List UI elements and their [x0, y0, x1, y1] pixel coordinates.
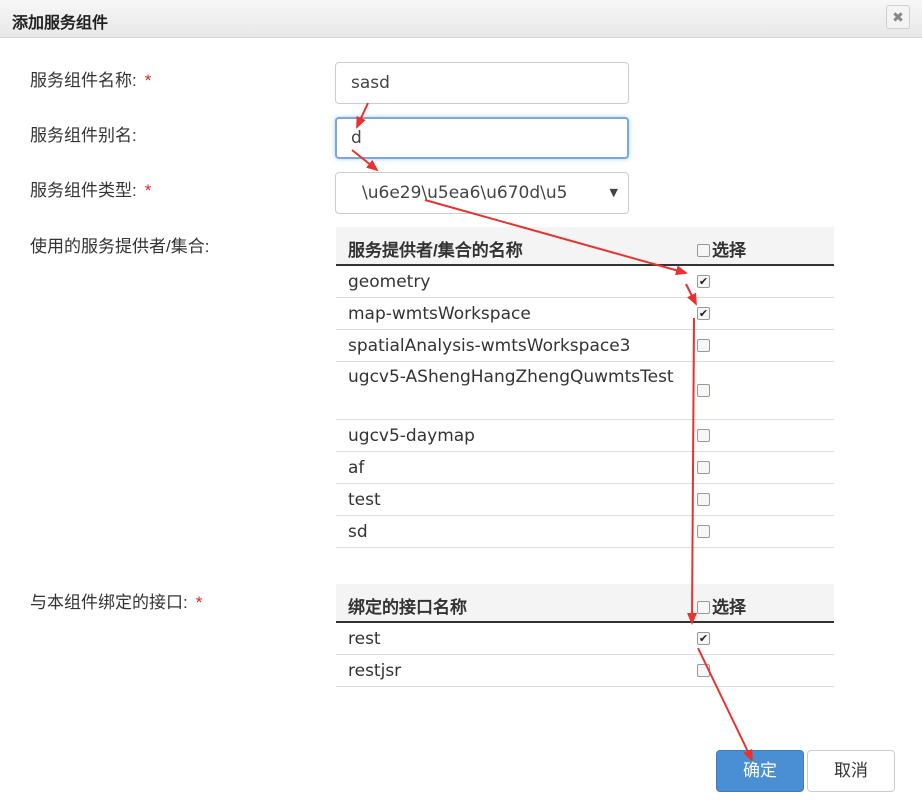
row-checkbox[interactable]: ✔: [697, 632, 710, 645]
row-name: geometry: [348, 272, 431, 292]
row-checkbox[interactable]: [697, 493, 710, 506]
type-select-value: \u6e29\u5ea6\u670d\u5: [362, 183, 568, 203]
interfaces-table: 绑定的接口名称 选择 rest ✔ restjsr: [336, 584, 834, 687]
table-row: spatialAnalysis-wmtsWorkspace3: [336, 330, 834, 362]
name-input[interactable]: sasd: [335, 62, 629, 104]
interfaces-label-text: 与本组件绑定的接口:: [30, 593, 188, 612]
dialog-titlebar: 添加服务组件 ✖: [0, 0, 922, 38]
providers-table-body: geometry ✔ map-wmtsWorkspace ✔ spatialAnalys…: [336, 266, 834, 548]
name-input-value: sasd: [351, 73, 390, 93]
row-name: ugcv5-daymap: [348, 426, 475, 446]
row-name: restjsr: [348, 661, 402, 681]
row-checkbox[interactable]: [697, 664, 710, 677]
row-name: map-wmtsWorkspace: [348, 304, 531, 324]
row-name: sd: [348, 522, 368, 542]
select-all-checkbox[interactable]: [697, 601, 710, 614]
confirm-button[interactable]: 确定: [716, 750, 804, 792]
cancel-button[interactable]: 取消: [807, 750, 895, 792]
table-row: af: [336, 452, 834, 484]
alias-input[interactable]: d: [335, 117, 629, 159]
table-row: ugcv5-AShengHangZhengQuwmtsTest: [336, 362, 834, 420]
alias-input-value: d: [351, 128, 362, 148]
interfaces-header-select: 选择: [697, 593, 746, 618]
providers-header-select-text: 选择: [712, 241, 746, 260]
interfaces-table-header: 绑定的接口名称 选择: [336, 584, 834, 623]
table-row: rest ✔: [336, 623, 834, 655]
select-all-checkbox[interactable]: [697, 244, 710, 257]
dialog-title: 添加服务组件: [12, 15, 109, 32]
providers-header-name: 服务提供者/集合的名称: [348, 241, 523, 260]
row-checkbox[interactable]: [697, 384, 710, 397]
name-label-text: 服务组件名称:: [30, 71, 137, 90]
interfaces-header-select-text: 选择: [712, 598, 746, 617]
row-name: ugcv5-AShengHangZhengQuwmtsTest: [348, 367, 674, 387]
row-checkbox[interactable]: [697, 429, 710, 442]
close-icon[interactable]: ✖: [886, 5, 910, 29]
providers-table-header: 服务提供者/集合的名称 选择: [336, 227, 834, 266]
table-row: ugcv5-daymap: [336, 420, 834, 452]
type-select[interactable]: \u6e29\u5ea6\u670d\u5 ▼: [335, 172, 629, 214]
alias-label-text: 服务组件别名:: [30, 126, 137, 145]
row-checkbox[interactable]: [697, 339, 710, 352]
providers-table: 服务提供者/集合的名称 选择 geometry ✔ map-wmtsWorkspac…: [336, 227, 834, 548]
required-mark: *: [144, 181, 152, 200]
type-label-text: 服务组件类型:: [30, 181, 137, 200]
providers-header-select: 选择: [697, 236, 746, 261]
providers-label: 使用的服务提供者/集合:: [30, 232, 209, 257]
interfaces-label: 与本组件绑定的接口: *: [30, 588, 202, 613]
table-row: test: [336, 484, 834, 516]
alias-label: 服务组件别名:: [30, 121, 137, 146]
row-name: test: [348, 490, 381, 510]
providers-label-text: 使用的服务提供者/集合:: [30, 237, 210, 256]
required-mark: *: [144, 71, 152, 90]
table-row: map-wmtsWorkspace ✔: [336, 298, 834, 330]
row-name: af: [348, 458, 365, 478]
row-checkbox[interactable]: ✔: [697, 307, 710, 320]
row-checkbox[interactable]: ✔: [697, 275, 710, 288]
type-label: 服务组件类型: *: [30, 176, 151, 201]
table-row: geometry ✔: [336, 266, 834, 298]
table-row: sd: [336, 516, 834, 548]
row-checkbox[interactable]: [697, 525, 710, 538]
row-name: rest: [348, 629, 381, 649]
required-mark: *: [195, 593, 203, 612]
name-label: 服务组件名称: *: [30, 66, 151, 91]
row-checkbox[interactable]: [697, 461, 710, 474]
interfaces-header-name: 绑定的接口名称: [348, 598, 467, 617]
caret-down-icon: ▼: [609, 186, 618, 199]
table-row: restjsr: [336, 655, 834, 687]
interfaces-table-body: rest ✔ restjsr: [336, 623, 834, 687]
row-name: spatialAnalysis-wmtsWorkspace3: [348, 336, 631, 356]
